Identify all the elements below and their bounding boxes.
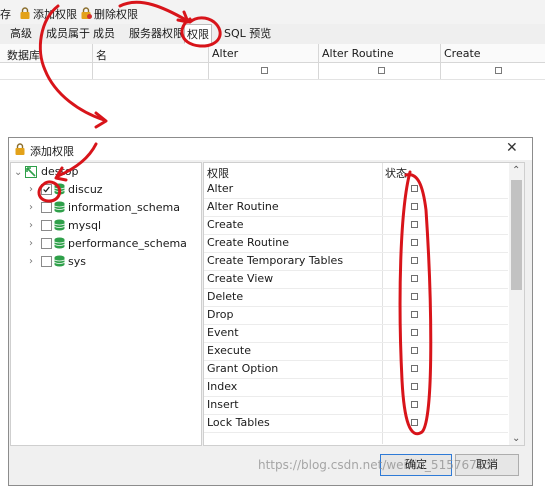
grid-create-checkbox[interactable] — [495, 67, 502, 74]
tab-members[interactable]: 成员 — [91, 24, 117, 43]
database-icon — [54, 201, 65, 213]
privilege-name: Drop — [207, 308, 234, 321]
grid-row — [0, 62, 545, 80]
lock-delete-icon — [81, 7, 92, 19]
privilege-status-checkbox[interactable] — [411, 293, 418, 300]
db-checkbox[interactable] — [41, 238, 52, 249]
privilege-name: Delete — [207, 290, 244, 303]
expand-db-icon[interactable]: › — [29, 220, 33, 231]
connection-icon — [25, 166, 37, 178]
database-icon — [54, 183, 65, 195]
privilege-name: Grant Option — [207, 362, 279, 375]
privilege-name: Create View — [207, 272, 274, 285]
database-icon — [54, 219, 65, 231]
privilege-status-checkbox[interactable] — [411, 401, 418, 408]
watermark: https://blog.csdn.net/weixin_51576723 — [258, 458, 493, 472]
privilege-row — [204, 306, 508, 325]
tree-item-label[interactable]: performance_schema — [68, 237, 187, 250]
expand-db-icon[interactable]: › — [29, 256, 33, 267]
grid-alter-routine-checkbox[interactable] — [378, 67, 385, 74]
tree-item-label[interactable]: discuz — [68, 183, 103, 196]
privilege-status-checkbox[interactable] — [411, 311, 418, 318]
privilege-row — [204, 324, 508, 343]
scroll-up-icon[interactable]: ⌃ — [512, 165, 520, 176]
dialog-title: 添加权限 — [30, 145, 74, 158]
tree-item-label[interactable]: sys — [68, 255, 86, 268]
privilege-row — [204, 216, 508, 235]
db-checkbox[interactable] — [41, 220, 52, 231]
privilege-status-checkbox[interactable] — [411, 329, 418, 336]
privilege-status-checkbox[interactable] — [411, 365, 418, 372]
privilege-status-checkbox[interactable] — [411, 203, 418, 210]
privilege-status-checkbox[interactable] — [411, 347, 418, 354]
db-checkbox[interactable] — [41, 256, 52, 267]
privilege-column-header: 权限 — [207, 167, 229, 180]
dialog-lock-icon — [15, 143, 25, 155]
database-icon — [54, 237, 65, 249]
privilege-name: Lock Tables — [207, 416, 270, 429]
privilege-name: Create Temporary Tables — [207, 254, 344, 267]
privilege-status-checkbox[interactable] — [411, 257, 418, 264]
col-create: Create — [444, 47, 481, 60]
status-column-header: 状态 — [385, 167, 407, 180]
col-alter: Alter — [212, 47, 239, 60]
tab-member-of[interactable]: 成员属于 — [44, 24, 92, 43]
toolbar-partial-label: 存 — [0, 8, 11, 21]
scrollbar-thumb[interactable] — [511, 180, 522, 290]
scroll-down-icon[interactable]: ⌄ — [512, 433, 520, 444]
expand-db-icon[interactable]: › — [29, 184, 33, 195]
col-name: 名 — [96, 49, 107, 62]
dialog-title-bar — [9, 138, 532, 160]
col-alter-routine: Alter Routine — [322, 47, 394, 60]
tree-item-label[interactable]: information_schema — [68, 201, 180, 214]
grid-alter-checkbox[interactable] — [261, 67, 268, 74]
privilege-status-checkbox[interactable] — [411, 185, 418, 192]
tab-advanced[interactable]: 高级 — [8, 24, 34, 43]
expand-db-icon[interactable]: › — [29, 238, 33, 249]
tab-privileges[interactable]: 权限 — [184, 24, 212, 44]
db-checkbox[interactable] — [41, 184, 52, 195]
privilege-status-checkbox[interactable] — [411, 239, 418, 246]
database-icon — [54, 255, 65, 267]
privilege-status-checkbox[interactable] — [411, 383, 418, 390]
privilege-name: Index — [207, 380, 238, 393]
privilege-row — [204, 288, 508, 307]
db-checkbox[interactable] — [41, 202, 52, 213]
delete-privilege-button[interactable]: 删除权限 — [94, 6, 138, 22]
privilege-name: Execute — [207, 344, 251, 357]
expand-db-icon[interactable]: › — [29, 202, 33, 213]
close-icon[interactable]: ✕ — [506, 141, 518, 155]
privilege-status-checkbox[interactable] — [411, 275, 418, 282]
privilege-name: Alter Routine — [207, 200, 279, 213]
privilege-name: Insert — [207, 398, 239, 411]
privilege-name: Event — [207, 326, 239, 339]
privilege-name: Create Routine — [207, 236, 290, 249]
privilege-row — [204, 378, 508, 397]
privilege-status-checkbox[interactable] — [411, 221, 418, 228]
privilege-name: Create — [207, 218, 244, 231]
privilege-name: Alter — [207, 182, 234, 195]
tree-root-label[interactable]: destop — [41, 165, 79, 178]
tab-sql-preview[interactable]: SQL 预览 — [222, 24, 273, 43]
tree-item-label[interactable]: mysql — [68, 219, 101, 232]
privilege-row — [204, 180, 508, 199]
privilege-row — [204, 396, 508, 415]
privilege-status-checkbox[interactable] — [411, 419, 418, 426]
expand-root-icon[interactable]: ⌄ — [14, 167, 22, 178]
tab-server-privileges[interactable]: 服务器权限 — [127, 24, 186, 43]
add-privilege-button[interactable]: 添加权限 — [33, 6, 77, 22]
col-database: 数据库 — [7, 49, 40, 62]
lock-icon — [20, 7, 30, 19]
